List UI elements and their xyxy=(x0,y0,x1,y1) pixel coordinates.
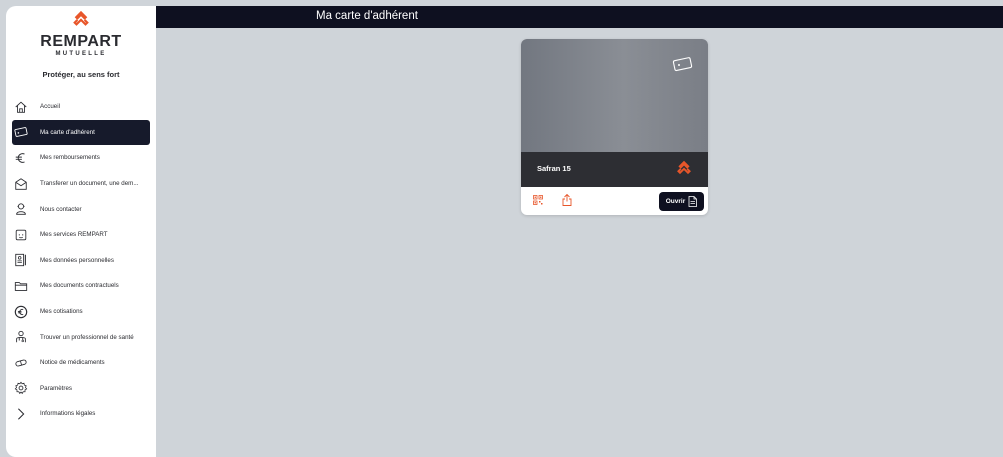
sidebar: REMPART MUTUELLE Protéger, au sens fort … xyxy=(6,6,156,457)
member-card[interactable]: Safran 15 Ouvrir xyxy=(521,39,708,215)
sidebar-item-label: Accueil xyxy=(40,103,60,111)
page-title: Ma carte d'adhérent xyxy=(316,10,418,22)
home-icon xyxy=(14,100,28,114)
sidebar-item-parametres[interactable]: Paramètres xyxy=(6,376,156,402)
doctor-icon xyxy=(14,330,28,344)
sidebar-nav: Accueil Ma carte d'adhérent Mes rembours… xyxy=(6,94,156,427)
top-bar: Ma carte d'adhérent xyxy=(156,6,1003,28)
services-icon xyxy=(14,228,28,242)
sidebar-item-documents-contractuels[interactable]: Mes documents contractuels xyxy=(6,273,156,299)
gear-icon xyxy=(14,381,28,395)
sidebar-item-label: Mes cotisations xyxy=(40,308,83,316)
card-visual xyxy=(521,39,708,152)
sidebar-item-cotisations[interactable]: Mes cotisations xyxy=(6,299,156,325)
sidebar-item-services-rempart[interactable]: Mes services REMPART xyxy=(6,222,156,248)
sidebar-item-label: Mes documents contractuels xyxy=(40,282,119,290)
chevron-right-icon xyxy=(14,407,28,421)
sidebar-item-carte-adherent[interactable]: Ma carte d'adhérent xyxy=(12,119,150,146)
sidebar-item-label: Mes remboursements xyxy=(40,154,100,162)
euro-circle-icon xyxy=(14,305,28,319)
app-window: REMPART MUTUELLE Protéger, au sens fort … xyxy=(6,6,1003,457)
brand-subtitle: MUTUELLE xyxy=(55,51,107,57)
rempart-logo-icon xyxy=(677,160,691,175)
pill-icon xyxy=(14,356,28,370)
euro-icon xyxy=(14,151,28,165)
personal-data-icon xyxy=(14,253,28,267)
sidebar-item-label: Paramètres xyxy=(40,384,72,392)
sidebar-item-label: Mes données personnelles xyxy=(40,256,114,264)
sidebar-item-nous-contacter[interactable]: Nous contacter xyxy=(6,196,156,222)
sidebar-item-label: Nous contacter xyxy=(40,205,82,213)
envelope-icon xyxy=(14,177,28,191)
sidebar-item-accueil[interactable]: Accueil xyxy=(6,94,156,120)
sidebar-item-label: Informations légales xyxy=(40,410,96,418)
open-button-label: Ouvrir xyxy=(665,198,686,205)
sidebar-item-label: Mes services REMPART xyxy=(40,231,108,239)
brand-tagline: Protéger, au sens fort xyxy=(42,70,120,79)
brand-logo: REMPART MUTUELLE Protéger, au sens fort xyxy=(6,6,156,80)
sidebar-item-label: Trouver un professionnel de santé xyxy=(40,333,134,341)
open-button[interactable]: Ouvrir xyxy=(659,192,704,211)
brand-name: REMPART xyxy=(40,33,122,50)
card-icon xyxy=(14,125,28,139)
sidebar-item-label: Ma carte d'adhérent xyxy=(40,128,95,136)
sidebar-item-donnees-personnelles[interactable]: Mes données personnelles xyxy=(6,248,156,274)
sidebar-item-notice-medicaments[interactable]: Notice de médicaments xyxy=(6,350,156,376)
sidebar-item-professionnel-sante[interactable]: Trouver un professionnel de santé xyxy=(6,324,156,350)
qr-code-icon[interactable] xyxy=(533,195,543,205)
main-content: Ma carte d'adhérent Safran 15 Ouvrir xyxy=(156,6,1003,457)
card-band: Safran 15 xyxy=(521,152,708,187)
sidebar-item-transferer-document[interactable]: Transferer un document, une dem... xyxy=(6,171,156,197)
sidebar-item-label: Notice de médicaments xyxy=(40,359,105,367)
card-actions: Ouvrir xyxy=(521,187,708,215)
share-icon[interactable] xyxy=(562,194,572,206)
contact-icon xyxy=(14,202,28,216)
card-holder-name: Safran 15 xyxy=(537,164,571,173)
card-icon xyxy=(672,57,693,72)
rempart-logo-icon xyxy=(73,10,89,26)
sidebar-item-label: Transferer un document, une dem... xyxy=(40,180,139,188)
sidebar-item-informations-legales[interactable]: Informations légales xyxy=(6,401,156,427)
document-icon xyxy=(688,196,698,207)
folder-icon xyxy=(14,279,28,293)
sidebar-item-remboursements[interactable]: Mes remboursements xyxy=(6,145,156,171)
